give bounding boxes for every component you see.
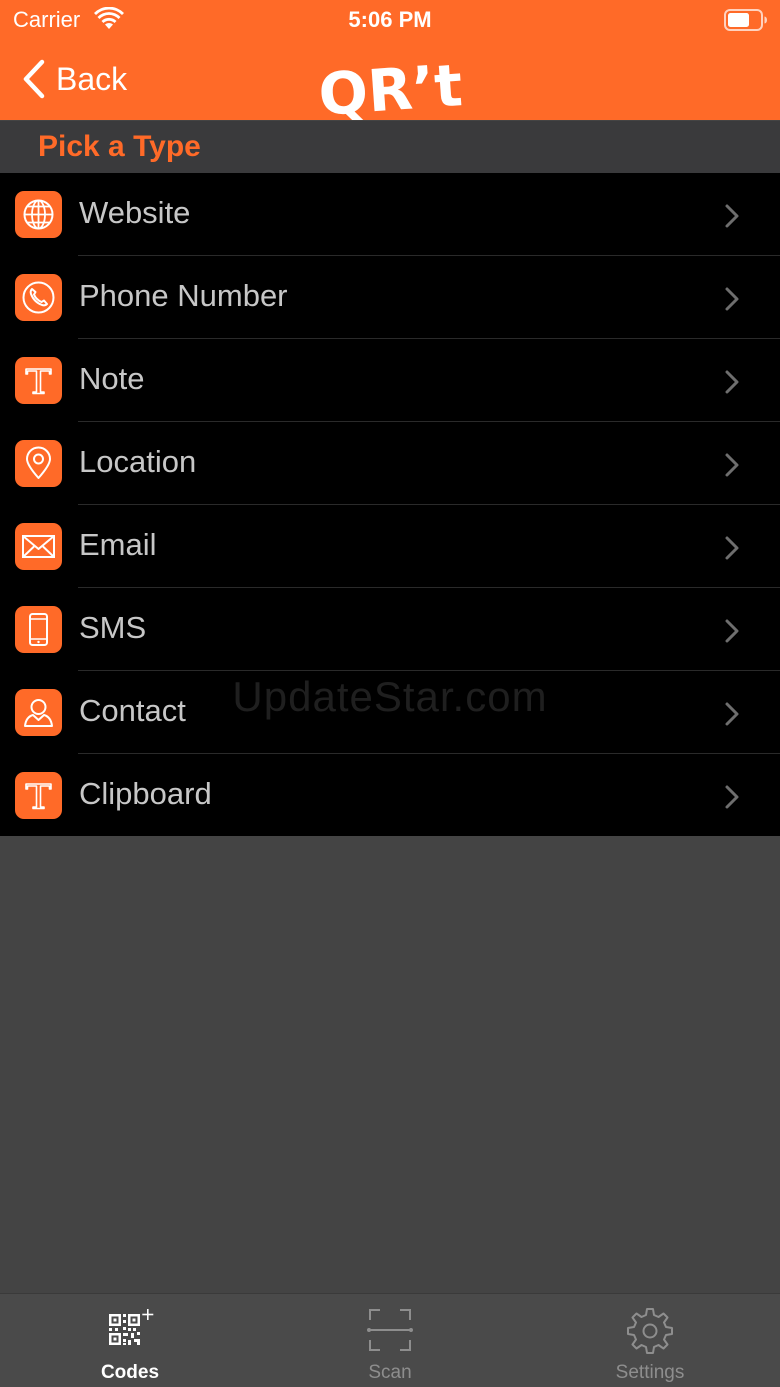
battery-icon xyxy=(724,9,767,31)
chevron-right-icon xyxy=(725,204,739,228)
chevron-right-icon xyxy=(725,702,739,726)
envelope-icon xyxy=(15,523,62,570)
status-time: 5:06 PM xyxy=(348,7,432,32)
chevron-right-icon xyxy=(725,619,739,643)
back-button[interactable]: Back xyxy=(20,56,127,102)
status-bar: Carrier 5:06 PM xyxy=(0,0,780,40)
tab-label: Settings xyxy=(615,1362,685,1383)
chevron-right-icon xyxy=(725,370,739,394)
type-row-website[interactable]: Website xyxy=(0,173,780,256)
tab-label: Scan xyxy=(368,1362,412,1383)
chevron-right-icon xyxy=(725,453,739,477)
chevron-right-icon xyxy=(725,287,739,311)
type-row-label: Contact xyxy=(79,693,186,728)
type-row-label: Clipboard xyxy=(79,776,212,811)
person-icon xyxy=(15,689,62,736)
back-label: Back xyxy=(56,60,128,97)
globe-icon xyxy=(15,191,62,238)
type-row-label: Email xyxy=(79,527,157,562)
mobile-phone-icon xyxy=(15,606,62,653)
type-row-clipboard[interactable]: Clipboard xyxy=(0,754,780,837)
tab-scan[interactable]: Scan xyxy=(260,1294,520,1387)
type-row-label: Phone Number xyxy=(79,278,288,313)
chevron-right-icon xyxy=(725,785,739,809)
scan-frame-icon xyxy=(367,1309,413,1351)
type-row-label: Note xyxy=(79,361,145,396)
header: Carrier 5:06 PM Back QR’t xyxy=(0,0,780,120)
text-icon xyxy=(15,357,62,404)
section-header: Pick a Type xyxy=(0,121,780,173)
type-list: Website Phone Number Note Location Email… xyxy=(0,173,780,836)
type-row-email[interactable]: Email xyxy=(0,505,780,588)
location-pin-icon xyxy=(15,440,62,487)
section-title: Pick a Type xyxy=(38,130,201,163)
type-row-phone-number[interactable]: Phone Number xyxy=(0,256,780,339)
type-row-label: Location xyxy=(79,444,197,479)
chevron-right-icon xyxy=(725,536,739,560)
tab-label: Codes xyxy=(100,1362,160,1383)
text-icon xyxy=(15,772,62,819)
type-row-label: SMS xyxy=(79,610,147,645)
app-logo: QR’t xyxy=(316,51,464,120)
type-row-note[interactable]: Note xyxy=(0,339,780,422)
navigation-bar: Back QR’t xyxy=(0,40,780,120)
chevron-left-icon xyxy=(23,59,45,99)
type-row-label: Website xyxy=(79,195,191,230)
gear-icon xyxy=(627,1308,673,1354)
phone-icon xyxy=(15,274,62,321)
tab-bar: Codes Scan Settings xyxy=(0,1293,780,1387)
qr-code-add-icon xyxy=(109,1309,154,1345)
tab-codes[interactable]: Codes xyxy=(0,1294,260,1387)
type-row-sms[interactable]: SMS xyxy=(0,588,780,671)
qrt-pick-type-screen: Carrier 5:06 PM Back QR’t Pick a Type We… xyxy=(0,0,780,1387)
type-row-location[interactable]: Location xyxy=(0,422,780,505)
app-logo-text: QR’t xyxy=(316,51,464,120)
type-row-contact[interactable]: Contact xyxy=(0,671,780,754)
tab-settings[interactable]: Settings xyxy=(520,1294,780,1387)
